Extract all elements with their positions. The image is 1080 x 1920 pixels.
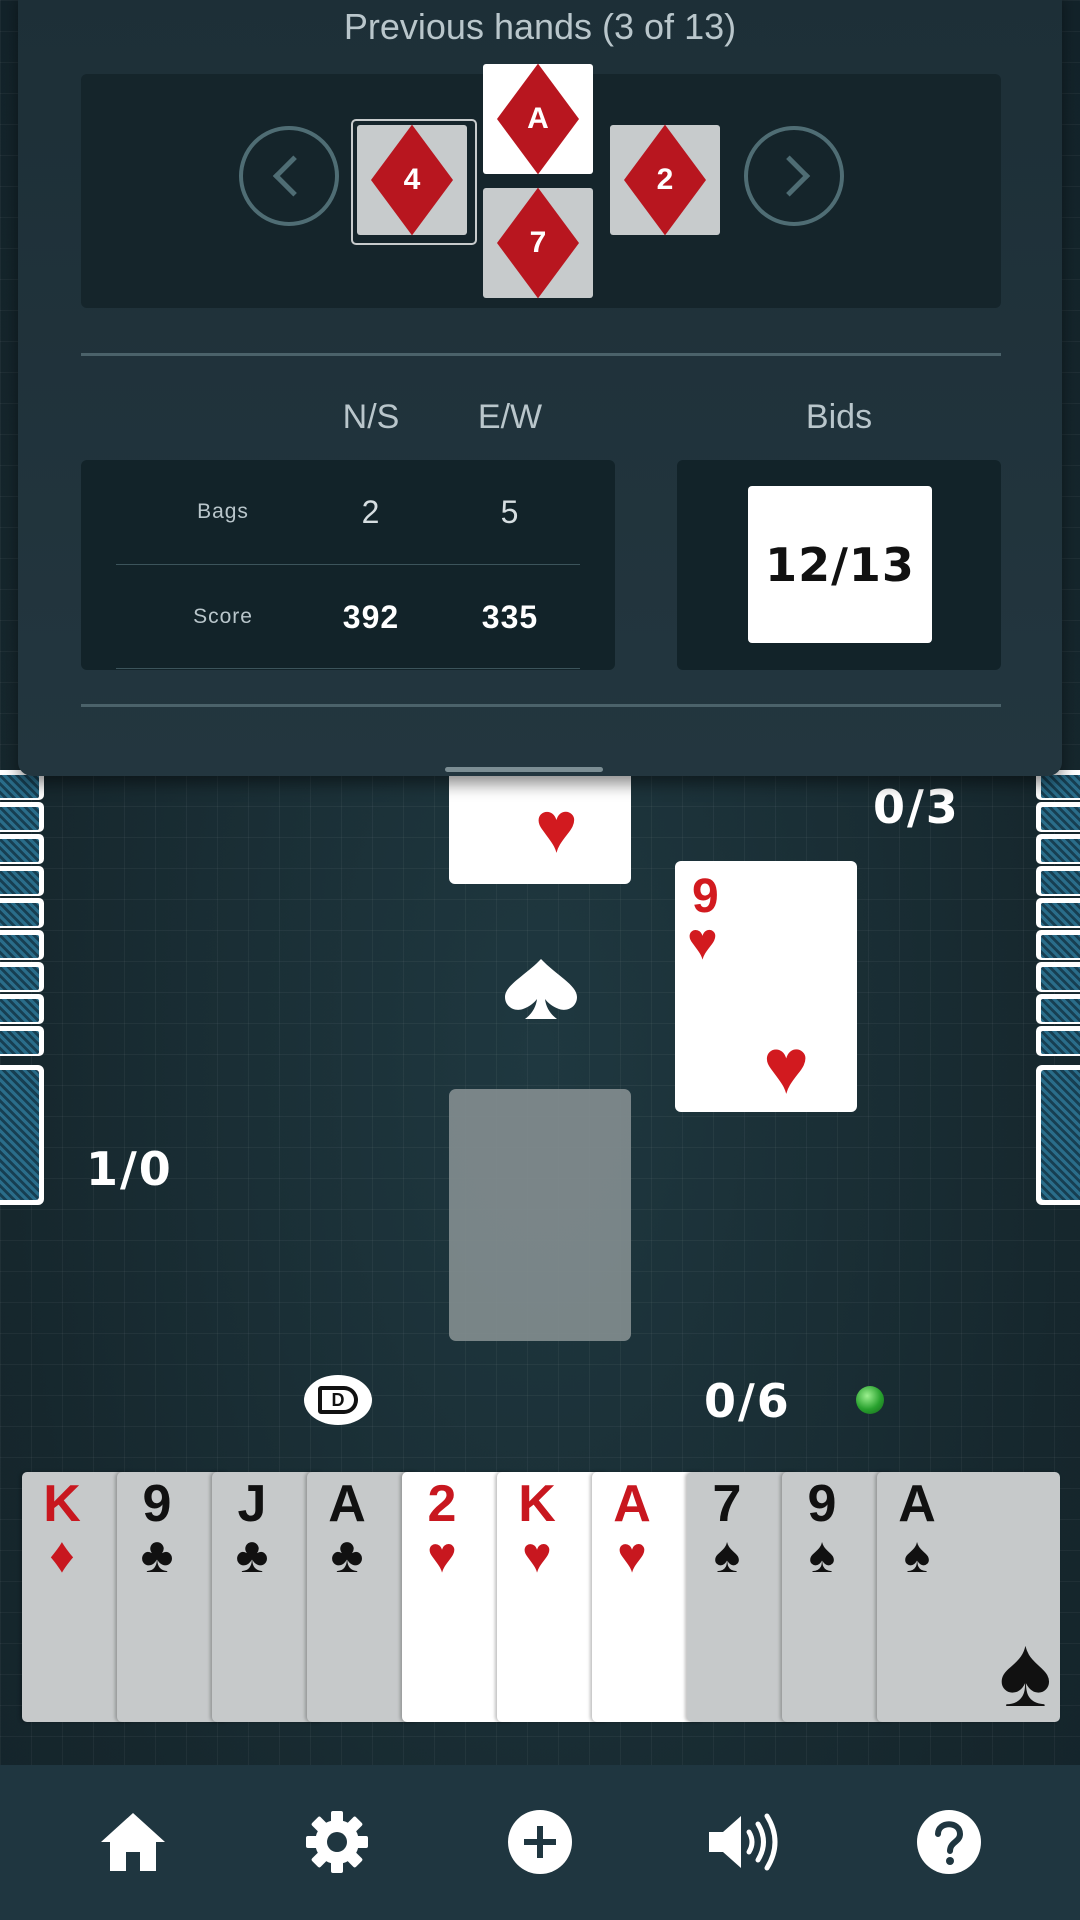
card-suit-large: ♥ — [763, 1022, 810, 1110]
east-played-card: 9 ♥ ♥ — [675, 861, 857, 1112]
card-suit: ♣ — [140, 1527, 174, 1583]
chevron-left-icon — [272, 155, 314, 197]
card-rank: K — [518, 1475, 556, 1533]
hand-card[interactable]: J ♣ — [212, 1472, 322, 1722]
settings-button[interactable] — [297, 1802, 377, 1882]
sound-button[interactable] — [705, 1802, 785, 1882]
panel-title: Previous hands (3 of 13) — [343, 6, 737, 47]
plus-circle-icon — [508, 1810, 572, 1874]
card-suit: ♠ — [808, 1527, 836, 1583]
card-rank: A — [898, 1475, 936, 1533]
score-label: Score — [193, 605, 253, 628]
south-trick-card: 7 — [483, 187, 593, 299]
hand-card[interactable]: 9 ♠ — [782, 1472, 892, 1722]
card-rank: A — [328, 1475, 366, 1533]
card-suit-large: ♠ — [998, 1616, 1052, 1728]
card-suit: ♠ — [903, 1527, 931, 1583]
previous-trick-button[interactable] — [239, 126, 339, 226]
new-game-button[interactable] — [500, 1802, 580, 1882]
card-suit-small: ♥ — [687, 913, 718, 971]
help-button[interactable] — [909, 1802, 989, 1882]
speaker-icon — [709, 1813, 778, 1871]
hand-card[interactable]: A ♣ — [307, 1472, 417, 1722]
east-trick-card: 2 — [610, 124, 720, 236]
card-suit: ♦ — [49, 1527, 75, 1583]
hand-card[interactable]: A ♥ — [592, 1472, 702, 1722]
hand-card[interactable]: 7 ♠ — [687, 1472, 797, 1722]
south-card-slot — [449, 1089, 631, 1341]
card-rank: A — [613, 1475, 651, 1533]
panel-drag-handle[interactable] — [445, 767, 603, 772]
west-trick-card: 4 — [357, 124, 467, 236]
card-suit: ♣ — [235, 1527, 269, 1583]
hand-card[interactable]: 9 ♣ — [117, 1472, 227, 1722]
card-rank: 9 — [807, 1475, 837, 1533]
hand-card[interactable]: K ♦ — [22, 1472, 132, 1722]
score-table: Bags 2 5 Score 392 335 — [81, 460, 615, 670]
ew-column-header: E/W — [477, 398, 543, 436]
divider — [81, 704, 1001, 707]
chevron-right-icon — [769, 155, 811, 197]
previous-hands-panel: Previous hands (3 of 13) 4 A 2 7 N/S E/W… — [18, 0, 1062, 776]
card-rank: 9 — [142, 1475, 172, 1533]
card-rank: 7 — [529, 226, 547, 259]
home-icon — [101, 1813, 165, 1871]
card-rank: 2 — [427, 1475, 457, 1533]
card-rank: A — [527, 102, 549, 135]
dealer-badge: D — [304, 1375, 372, 1425]
bags-ew: 5 — [500, 494, 520, 530]
next-trick-button[interactable] — [744, 126, 844, 226]
card-suit: ♣ — [330, 1527, 364, 1583]
help-icon — [917, 1810, 981, 1874]
south-count: 0/6 — [704, 1374, 791, 1428]
divider — [81, 353, 1001, 356]
card-suit: ♠ — [713, 1527, 741, 1583]
bids-box: 12/13 — [677, 460, 1001, 670]
bags-label: Bags — [197, 500, 249, 523]
east-card-stack — [1036, 770, 1080, 1205]
heart-suit: ♥ — [535, 788, 578, 868]
bids-value: 12/13 — [748, 486, 932, 643]
north-count: 0/3 — [873, 780, 960, 834]
card-rank: 7 — [712, 1475, 742, 1533]
west-card-stack — [0, 770, 44, 1205]
card-suit: ♥ — [522, 1527, 552, 1583]
score-ns: 392 — [342, 599, 400, 635]
card-rank: 4 — [403, 163, 421, 196]
gear-icon — [306, 1811, 368, 1873]
card-rank: J — [237, 1475, 267, 1533]
west-count: 1/0 — [86, 1142, 173, 1196]
card-rank: K — [43, 1475, 81, 1533]
ns-column-header: N/S — [342, 398, 400, 436]
bottom-nav — [0, 1765, 1080, 1920]
bids-header: Bids — [805, 398, 873, 436]
turn-indicator — [856, 1386, 884, 1414]
spade-icon — [505, 959, 577, 1019]
dealer-label: D — [318, 1386, 358, 1414]
card-suit: ♥ — [617, 1527, 647, 1583]
card-rank: 2 — [656, 163, 674, 196]
hand-card[interactable]: A ♠ ♠ — [877, 1472, 1060, 1722]
trick-viewer: 4 A 2 7 — [81, 63, 1001, 308]
north-trick-card: A — [483, 63, 593, 175]
hand-card[interactable]: 2 ♥ — [402, 1472, 512, 1722]
home-button[interactable] — [93, 1802, 173, 1882]
bags-ns: 2 — [361, 494, 381, 530]
hand-card[interactable]: K ♥ — [497, 1472, 607, 1722]
score-ew: 335 — [481, 599, 539, 635]
card-suit: ♥ — [427, 1527, 457, 1583]
